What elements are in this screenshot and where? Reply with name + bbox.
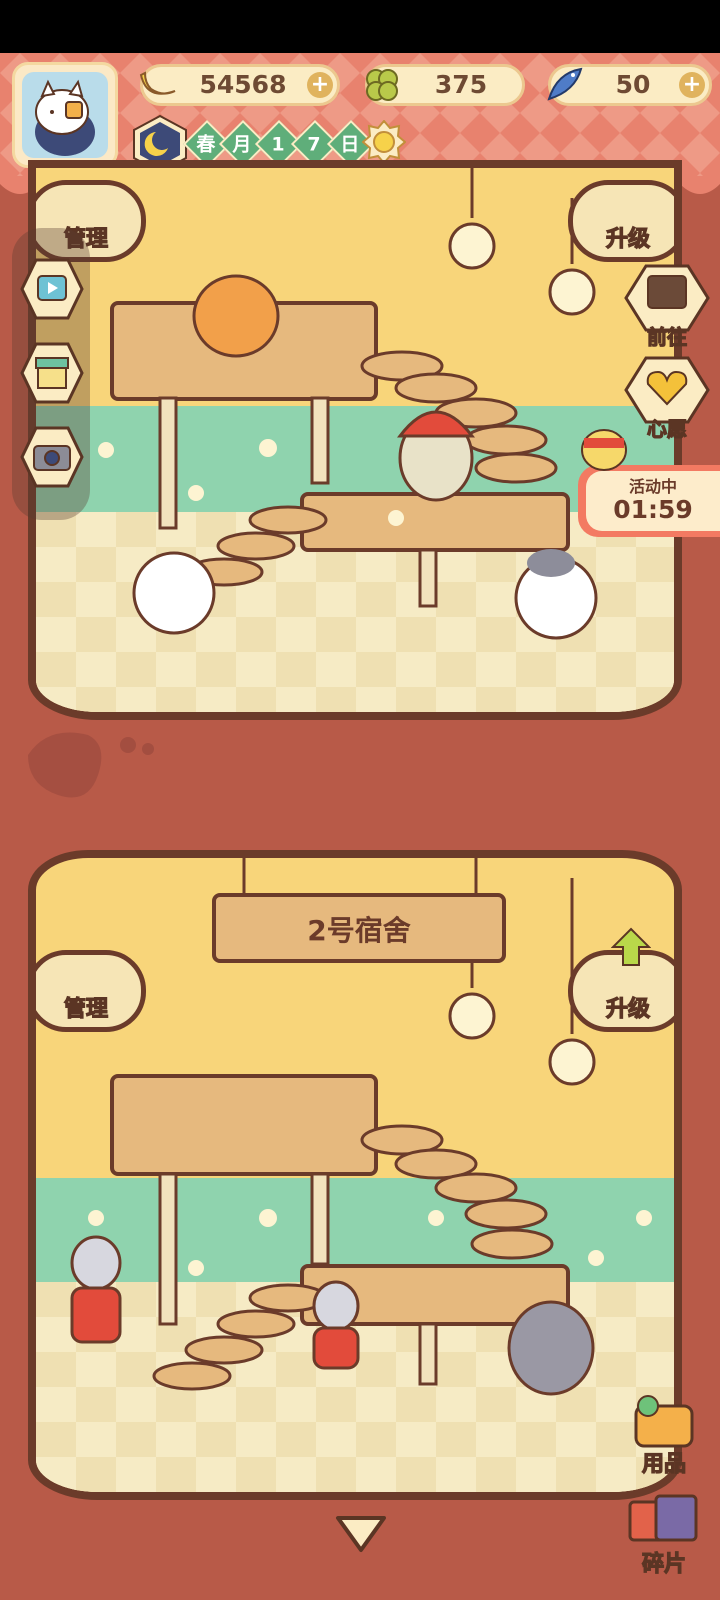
scroll-down-arrow-icon[interactable]: [334, 1512, 388, 1554]
fragments-button[interactable]: 碎片: [622, 1492, 706, 1578]
clover-currency: 375: [365, 64, 525, 106]
fragments-icon: [628, 1494, 698, 1542]
event-banner[interactable]: 活动中 01:59: [578, 465, 720, 537]
room2-sign-label: 2号宿舍: [307, 914, 411, 947]
supplies-label: 用品: [641, 1451, 686, 1477]
room2-upgrade-button[interactable]: 升级: [568, 927, 674, 1032]
upgrade-arrow-icon: [611, 927, 651, 966]
avatar-image: [22, 72, 108, 158]
fish-icon: [547, 67, 583, 101]
player-avatar[interactable]: [12, 62, 118, 168]
status-bar: [0, 0, 720, 53]
clover-icon: [366, 69, 398, 101]
room1-upgrade-button[interactable]: 升级: [568, 180, 674, 262]
banana-icon: [139, 71, 176, 95]
supplies-icon: [634, 1395, 694, 1448]
decor-bone-icon: [28, 732, 154, 798]
banana-count: 54568: [199, 70, 287, 99]
event-bird-icon: [581, 429, 627, 471]
supplies-button[interactable]: 用品: [622, 1392, 706, 1478]
camera-icon[interactable]: [20, 426, 84, 488]
tv-icon[interactable]: [20, 258, 84, 320]
event-status: 活动中: [628, 477, 677, 496]
event-card: 活动中 01:59: [586, 471, 720, 531]
shop-stand-icon[interactable]: [20, 342, 84, 404]
weather-sun-icon[interactable]: [362, 120, 406, 164]
room2-upgrade-label: 升级: [605, 996, 650, 1022]
fragments-label: 碎片: [641, 1551, 686, 1577]
room2-manage-label: 管理: [63, 996, 108, 1022]
fish-currency: 50 +: [547, 64, 712, 106]
room2-manage-button[interactable]: 管理: [36, 950, 146, 1032]
banana-currency: 54568 +: [139, 64, 340, 106]
goto-label: 前往: [646, 324, 687, 349]
add-fish-button[interactable]: +: [679, 72, 705, 98]
room1-upgrade-label: 升级: [605, 226, 650, 252]
add-banana-button[interactable]: +: [307, 72, 333, 98]
event-timer: 01:59: [613, 495, 693, 524]
room2-name-sign: 2号宿舍: [212, 893, 506, 963]
clover-count: 375: [434, 70, 488, 99]
goto-button[interactable]: 前往: [624, 262, 710, 350]
fish-count: 50: [615, 70, 651, 99]
